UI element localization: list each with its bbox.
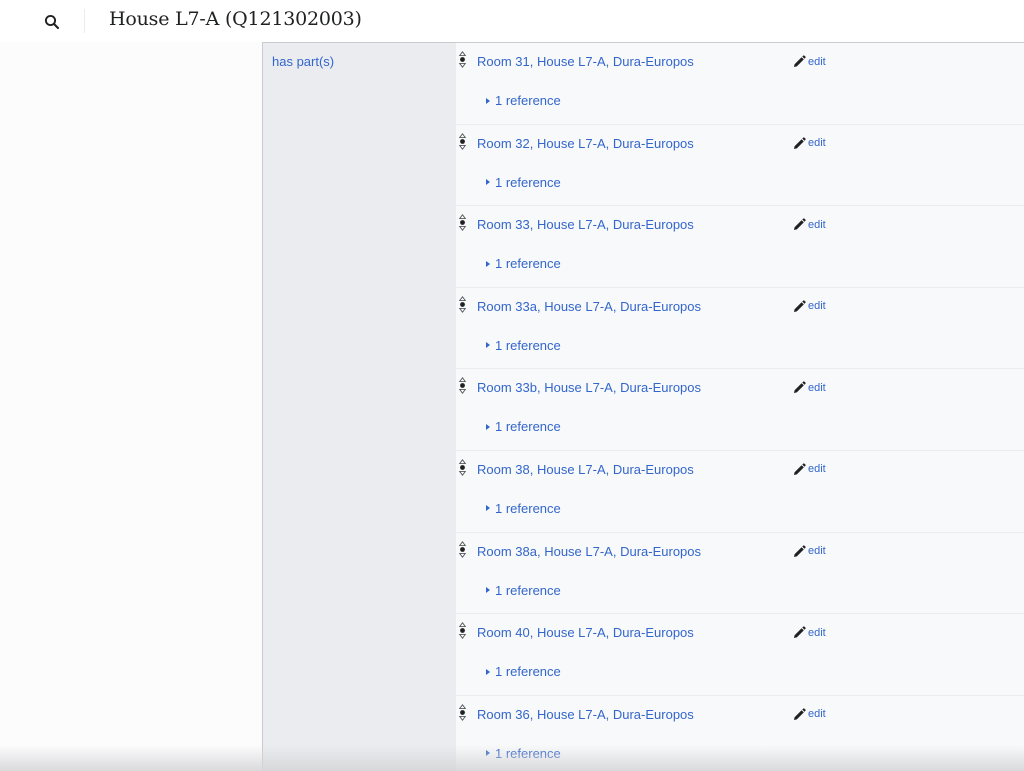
- property-cell: has part(s): [263, 43, 456, 771]
- statement-value-link[interactable]: Room 33a, House L7-A, Dura-Europos: [477, 299, 701, 314]
- edit-label: edit: [808, 708, 826, 721]
- rank-selector-icon[interactable]: [458, 51, 467, 68]
- pencil-icon: [794, 463, 806, 475]
- edit-link[interactable]: edit: [793, 381, 826, 394]
- page-title: House L7-A (Q121302003): [109, 8, 362, 30]
- rank-selector-icon[interactable]: [458, 132, 467, 150]
- edit-link[interactable]: edit: [793, 708, 826, 721]
- statement-row: Room 31, House L7-A, Dura-Europos edit 1…: [456, 43, 1024, 125]
- statement-value-link[interactable]: Room 36, House L7-A, Dura-Europos: [477, 707, 694, 722]
- statement-row: Room 38a, House L7-A, Dura-Europos edit …: [456, 532, 1024, 615]
- expand-triangle-icon: [486, 505, 490, 512]
- expand-triangle-icon: [486, 342, 490, 349]
- page: House L7-A (Q121302003) has part(s) Room…: [0, 0, 1024, 771]
- expand-triangle-icon: [486, 668, 490, 675]
- references-toggle[interactable]: 1 reference: [486, 175, 561, 190]
- statement-value-link[interactable]: Room 32, House L7-A, Dura-Europos: [477, 136, 694, 151]
- references-toggle[interactable]: 1 reference: [486, 746, 561, 761]
- edit-link[interactable]: edit: [793, 218, 826, 231]
- pencil-icon: [794, 708, 806, 720]
- page-header: House L7-A (Q121302003): [0, 0, 1024, 42]
- search-icon: [44, 14, 60, 30]
- references-label: 1 reference: [495, 582, 561, 598]
- references-toggle[interactable]: 1 reference: [486, 583, 561, 598]
- statement-value-link[interactable]: Room 33b, House L7-A, Dura-Europos: [477, 380, 701, 395]
- expand-triangle-icon: [486, 97, 490, 104]
- edit-link[interactable]: edit: [793, 136, 826, 150]
- statement-row: Room 33, House L7-A, Dura-Europos edit 1…: [456, 206, 1024, 288]
- statement-value-link[interactable]: Room 38a, House L7-A, Dura-Europos: [477, 544, 701, 559]
- statement-row: Room 33b, House L7-A, Dura-Europos edit …: [456, 369, 1024, 451]
- edit-label: edit: [808, 55, 826, 68]
- statement-value-link[interactable]: Room 33, House L7-A, Dura-Europos: [477, 217, 694, 232]
- statement-list: Room 31, House L7-A, Dura-Europos edit 1…: [456, 43, 1024, 771]
- expand-triangle-icon: [486, 260, 490, 267]
- edit-link[interactable]: edit: [793, 544, 826, 558]
- references-toggle[interactable]: 1 reference: [486, 419, 561, 434]
- edit-label: edit: [808, 300, 826, 313]
- references-label: 1 reference: [495, 419, 561, 435]
- expand-triangle-icon: [486, 750, 490, 757]
- pencil-icon: [794, 626, 806, 639]
- references-toggle[interactable]: 1 reference: [486, 501, 561, 516]
- pencil-icon: [794, 381, 806, 394]
- statement-value-link[interactable]: Room 38, House L7-A, Dura-Europos: [477, 462, 694, 477]
- expand-triangle-icon: [486, 587, 490, 594]
- references-label: 1 reference: [495, 93, 561, 108]
- references-toggle[interactable]: 1 reference: [486, 338, 561, 353]
- header-divider: [84, 9, 85, 33]
- edit-link[interactable]: edit: [793, 463, 826, 476]
- edit-label: edit: [808, 626, 826, 639]
- references-label: 1 reference: [495, 745, 561, 761]
- pencil-icon: [794, 218, 806, 231]
- references-toggle[interactable]: 1 reference: [486, 256, 561, 271]
- statement-row: Room 32, House L7-A, Dura-Europos edit 1…: [456, 124, 1024, 207]
- edit-label: edit: [808, 463, 826, 476]
- rank-selector-icon[interactable]: [458, 295, 467, 313]
- rank-selector-icon[interactable]: [458, 540, 467, 558]
- references-label: 1 reference: [495, 500, 561, 516]
- references-label: 1 reference: [495, 256, 561, 272]
- pencil-icon: [794, 55, 806, 67]
- rank-selector-icon[interactable]: [458, 214, 467, 232]
- edit-label: edit: [808, 381, 826, 394]
- rank-selector-icon[interactable]: [458, 377, 467, 395]
- statement-value-link[interactable]: Room 31, House L7-A, Dura-Europos: [477, 54, 694, 69]
- references-label: 1 reference: [495, 337, 561, 353]
- edit-label: edit: [808, 137, 826, 150]
- edit-label: edit: [808, 545, 826, 558]
- statement-group-has-parts: has part(s) Room 31, House L7-A, Dura-Eu…: [262, 42, 1024, 771]
- rank-selector-icon[interactable]: [458, 622, 467, 640]
- pencil-icon: [794, 300, 806, 312]
- statement-row: Room 40, House L7-A, Dura-Europos edit 1…: [456, 614, 1024, 696]
- expand-triangle-icon: [486, 423, 490, 430]
- statement-value-link[interactable]: Room 40, House L7-A, Dura-Europos: [477, 625, 694, 640]
- edit-link[interactable]: edit: [793, 626, 826, 639]
- statement-row: Room 33a, House L7-A, Dura-Europos edit …: [456, 287, 1024, 370]
- pencil-icon: [794, 544, 806, 557]
- references-label: 1 reference: [495, 174, 561, 190]
- references-toggle[interactable]: 1 reference: [486, 664, 561, 679]
- statement-row: Room 36, House L7-A, Dura-Europos edit 1…: [456, 695, 1024, 771]
- rank-selector-icon[interactable]: [458, 459, 467, 476]
- pencil-icon: [794, 136, 806, 149]
- property-label-has-parts[interactable]: has part(s): [272, 54, 334, 69]
- edit-label: edit: [808, 218, 826, 231]
- statement-row: Room 38, House L7-A, Dura-Europos edit 1…: [456, 450, 1024, 533]
- edit-link[interactable]: edit: [793, 55, 826, 68]
- references-label: 1 reference: [495, 664, 561, 680]
- references-toggle[interactable]: 1 reference: [486, 93, 561, 108]
- rank-selector-icon[interactable]: [458, 703, 467, 721]
- search-button[interactable]: [40, 10, 64, 34]
- expand-triangle-icon: [486, 179, 490, 186]
- edit-link[interactable]: edit: [793, 300, 826, 313]
